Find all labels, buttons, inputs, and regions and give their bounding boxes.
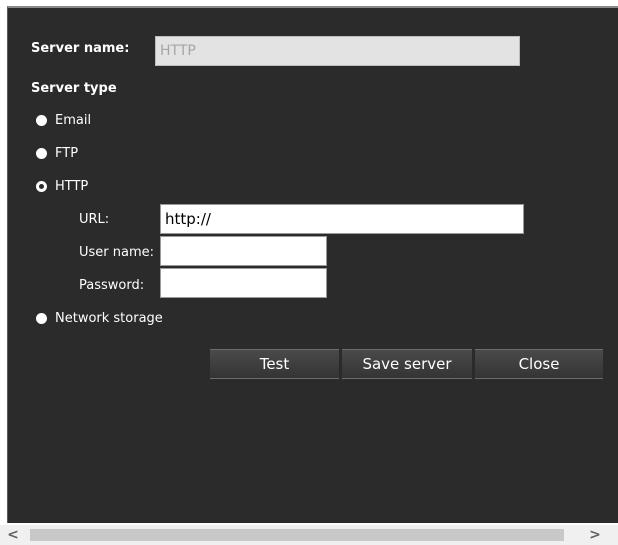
close-button[interactable]: Close bbox=[475, 349, 603, 379]
dialog-frame: Server name: Server type Email FTP HTTP … bbox=[0, 0, 618, 545]
radio-ftp-label: FTP bbox=[55, 146, 79, 161]
radio-email[interactable] bbox=[36, 115, 47, 126]
server-name-label: Server name: bbox=[31, 41, 130, 56]
server-type-label: Server type bbox=[31, 81, 117, 96]
radio-http-label: HTTP bbox=[55, 179, 89, 194]
radio-email-label: Email bbox=[55, 113, 92, 128]
url-label: URL: bbox=[79, 212, 110, 227]
radio-network-storage-label: Network storage bbox=[55, 311, 163, 326]
radio-ftp[interactable] bbox=[36, 148, 47, 159]
chevron-left-icon[interactable]: < bbox=[4, 526, 22, 544]
server-settings-panel: Server name: Server type Email FTP HTTP … bbox=[7, 6, 618, 523]
chevron-right-icon[interactable]: > bbox=[586, 526, 604, 544]
user-name-label: User name: bbox=[79, 245, 155, 260]
horizontal-scrollbar[interactable]: < > bbox=[0, 525, 618, 545]
password-label: Password: bbox=[79, 278, 145, 293]
save-server-button[interactable]: Save server bbox=[342, 349, 472, 379]
radio-http[interactable] bbox=[36, 181, 47, 192]
scrollbar-thumb[interactable] bbox=[30, 529, 564, 541]
radio-network-storage[interactable] bbox=[36, 313, 47, 324]
user-name-field[interactable] bbox=[160, 236, 327, 266]
test-button[interactable]: Test bbox=[210, 349, 339, 379]
password-field[interactable] bbox=[160, 268, 327, 298]
server-name-field[interactable] bbox=[155, 36, 520, 66]
url-field[interactable] bbox=[160, 204, 524, 234]
